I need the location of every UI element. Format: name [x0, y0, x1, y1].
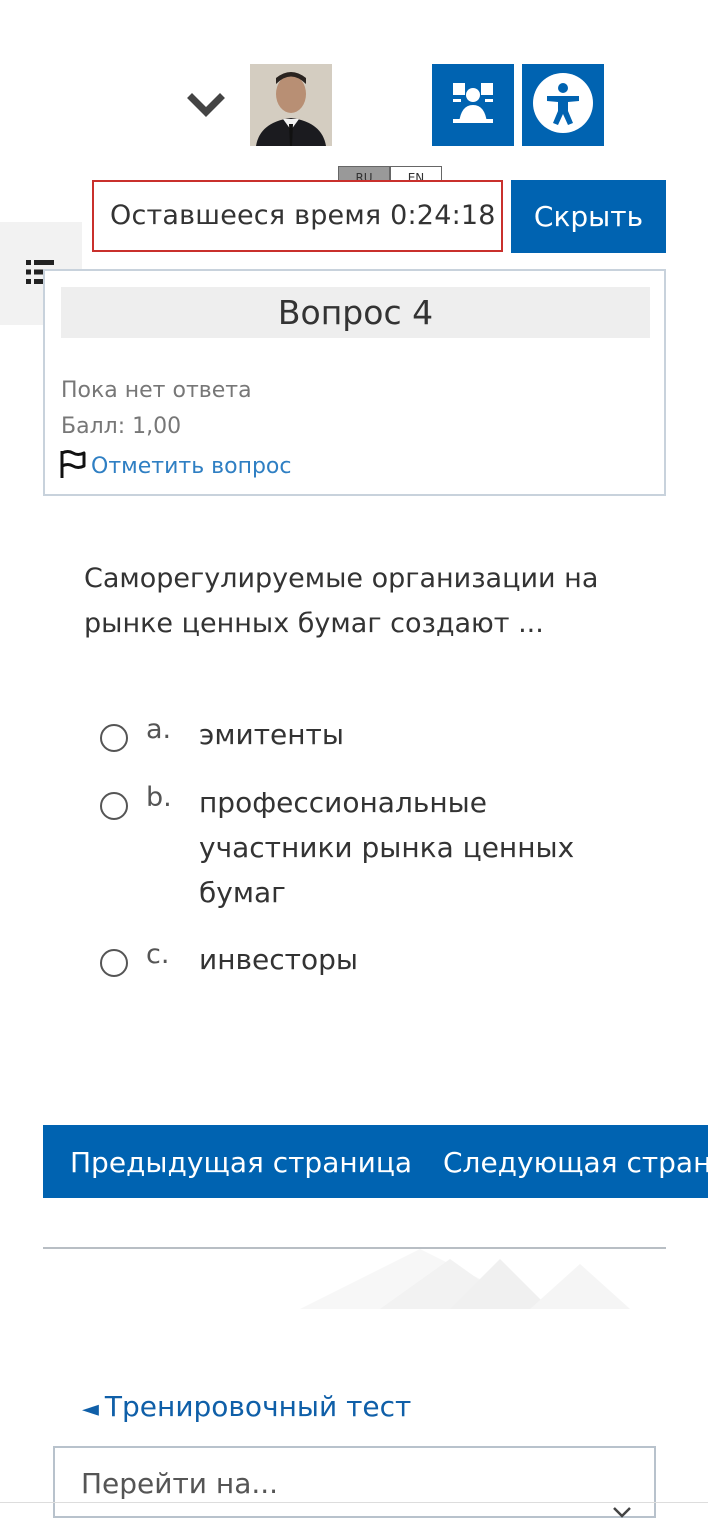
- question-text: Саморегулируемые организации на рынке це…: [84, 563, 599, 639]
- answer-text[interactable]: профессиональные участники рынка ценных …: [199, 780, 619, 915]
- answer-text[interactable]: эмитенты: [199, 712, 619, 757]
- flag-icon: [59, 449, 91, 483]
- question-grade: Балл: 1,00: [61, 414, 182, 439]
- chevron-down-icon[interactable]: [186, 92, 226, 122]
- previous-page-button[interactable]: Предыдущая страница: [70, 1125, 412, 1198]
- question-info-card: Вопрос 4 Пока нет ответа Балл: 1,00 Отме…: [43, 269, 666, 496]
- avatar[interactable]: [250, 64, 332, 146]
- next-page-button[interactable]: Следующая страница: [443, 1125, 708, 1198]
- previous-activity-label[interactable]: Тренировочный тест: [105, 1390, 411, 1423]
- triangle-left-icon: ◄: [82, 1397, 99, 1422]
- answer-letter: a.: [146, 714, 172, 745]
- chevron-down-icon: [612, 1474, 632, 1536]
- answer-letter: b.: [146, 782, 172, 813]
- previous-activity-link[interactable]: ◄ Тренировочный тест: [82, 1390, 411, 1423]
- page-navigation: Предыдущая страница Следующая страница: [43, 1125, 708, 1198]
- dyslexia-font-button[interactable]: [432, 64, 514, 146]
- jump-to-select[interactable]: Перейти на...: [53, 1446, 656, 1518]
- question-number: Вопрос 4: [61, 287, 650, 338]
- quiz-page: RU EN Оставшееся время 0:24:18 Скрыть Во…: [0, 0, 708, 1536]
- flag-question-label[interactable]: Отметить вопрос: [91, 454, 291, 479]
- question-state: Пока нет ответа: [61, 378, 252, 403]
- answer-letter: c.: [146, 939, 170, 970]
- radio-c[interactable]: [100, 949, 128, 977]
- time-remaining: Оставшееся время 0:24:18: [92, 180, 503, 252]
- radio-b[interactable]: [100, 792, 128, 820]
- jump-to-placeholder: Перейти на...: [81, 1467, 279, 1500]
- hide-timer-button[interactable]: Скрыть: [511, 180, 666, 253]
- flag-question-link[interactable]: Отметить вопрос: [59, 449, 291, 483]
- answer-text[interactable]: инвесторы: [199, 937, 619, 982]
- accessibility-button[interactable]: [522, 64, 604, 146]
- accessibility-icon: [531, 71, 595, 139]
- bottom-edge: [0, 1502, 708, 1503]
- dyslexia-font-icon: [449, 79, 497, 131]
- decorative-pattern: [300, 1249, 640, 1309]
- radio-a[interactable]: [100, 724, 128, 752]
